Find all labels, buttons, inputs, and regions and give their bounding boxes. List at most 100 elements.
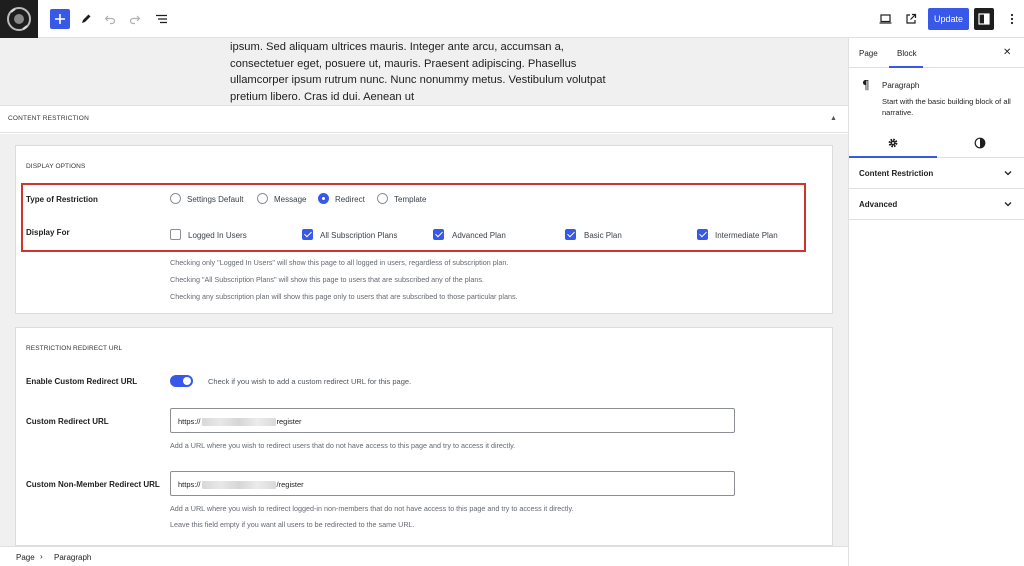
plus-icon: [55, 14, 65, 24]
checkbox-all-subscription-plans[interactable]: [302, 229, 313, 240]
block-description: Start with the basic building block of a…: [882, 97, 1011, 117]
tab-page[interactable]: Page: [859, 49, 878, 58]
help-text: Checking "All Subscription Plans" will s…: [170, 275, 484, 284]
checkbox-label: Basic Plan: [584, 231, 622, 240]
panel-content-restriction[interactable]: Content Restriction: [849, 158, 1024, 189]
view-page-button[interactable]: [901, 9, 921, 29]
radio-label: Template: [394, 195, 427, 204]
help-text: Add a URL where you wish to redirect log…: [170, 504, 574, 513]
content-restriction-metabox: DISPLAY OPTIONS Type of Restriction Sett…: [0, 134, 848, 546]
list-view-button[interactable]: [151, 9, 171, 29]
tab-settings[interactable]: [885, 135, 901, 151]
chevron-down-icon: [1004, 171, 1012, 176]
styles-icon: [974, 137, 986, 149]
highlight-box: [21, 183, 806, 252]
block-name: Paragraph: [882, 81, 920, 90]
collapse-arrow-icon[interactable]: ▲: [830, 115, 837, 122]
sidebar-tabs: Page Block ✕: [849, 38, 1024, 68]
paragraph-line: consectetuer eget, posuere ut, mauris. P…: [230, 57, 577, 70]
pencil-icon: [82, 14, 91, 23]
display-for-label: Display For: [26, 228, 70, 237]
url-value: https:// register: [178, 417, 302, 426]
checkbox-label: Logged In Users: [188, 231, 247, 240]
display-options-panel: DISPLAY OPTIONS Type of Restriction Sett…: [15, 145, 833, 314]
checkbox-intermediate-plan[interactable]: [697, 229, 708, 240]
redirect-panel-title: RESTRICTION REDIRECT URL: [26, 345, 123, 352]
enable-redirect-toggle[interactable]: [170, 375, 193, 387]
breadcrumb-paragraph[interactable]: Paragraph: [54, 553, 91, 562]
display-options-title: DISPLAY OPTIONS: [26, 163, 86, 170]
external-link-icon: [906, 13, 917, 24]
non-member-redirect-url-input[interactable]: https:// /register: [170, 471, 735, 496]
checkbox-advanced-plan[interactable]: [433, 229, 444, 240]
redacted-domain: [201, 417, 276, 426]
url-prefix: https://: [178, 417, 201, 426]
help-text: Add a URL where you wish to redirect use…: [170, 441, 516, 450]
radio-label: Message: [274, 195, 307, 204]
undo-icon: [104, 15, 116, 25]
radio-label: Redirect: [335, 195, 365, 204]
editor-toolbar: Update: [0, 0, 1024, 38]
checkbox-logged-in-users[interactable]: [170, 229, 181, 240]
breadcrumb-page[interactable]: Page: [16, 553, 35, 562]
sidebar-toggle-icon: [978, 13, 990, 25]
redacted-domain: [201, 480, 276, 489]
preview-button[interactable]: [875, 9, 895, 29]
help-text: Checking any subscription plan will show…: [170, 292, 518, 301]
paragraph-block[interactable]: ipsum. Sed aliquam ultrices mauris. Inte…: [0, 38, 848, 105]
checkbox-label: Advanced Plan: [452, 231, 506, 240]
redo-button[interactable]: [125, 9, 145, 29]
update-button[interactable]: Update: [928, 8, 969, 30]
close-icon[interactable]: ✕: [1003, 47, 1011, 58]
panel-title: Content Restriction: [859, 169, 934, 178]
undo-button[interactable]: [100, 9, 120, 29]
url-value: https:// /register: [178, 480, 304, 489]
radio-settings-default[interactable]: [170, 193, 181, 204]
url-suffix: /register: [276, 480, 304, 489]
settings-toggle-button[interactable]: [974, 8, 994, 30]
toggle-help-text: Check if you wish to add a custom redire…: [208, 377, 412, 386]
paragraph-text[interactable]: ipsum. Sed aliquam ultrices mauris. Inte…: [230, 39, 630, 105]
gear-icon: [888, 138, 898, 148]
paragraph-line: pretium libero. Cras id dui. Aenean ut: [230, 90, 415, 103]
checkbox-label: All Subscription Plans: [320, 231, 398, 240]
more-vertical-icon: [1010, 13, 1014, 25]
add-block-button[interactable]: [50, 9, 70, 29]
content-restriction-metabox-header[interactable]: CONTENT RESTRICTION ▲: [0, 105, 848, 133]
checkbox-basic-plan[interactable]: [565, 229, 576, 240]
radio-message[interactable]: [257, 193, 268, 204]
breadcrumb: Page › Paragraph: [0, 546, 848, 566]
paragraph-line: ipsum. Sed aliquam ultrices mauris. Inte…: [230, 41, 564, 53]
radio-redirect[interactable]: [318, 193, 329, 204]
panel-advanced[interactable]: Advanced: [849, 189, 1024, 220]
settings-sidebar: Page Block ✕ ¶ Paragraph Start with the …: [848, 38, 1024, 566]
site-logo[interactable]: [0, 0, 38, 38]
type-of-restriction-label: Type of Restriction: [26, 195, 98, 204]
non-member-redirect-url-label: Custom Non-Member Redirect URL: [26, 480, 160, 489]
desktop-preview-icon: [879, 14, 891, 24]
radio-template[interactable]: [377, 193, 388, 204]
paragraph-icon: ¶: [862, 78, 870, 92]
help-text: Checking only "Logged In Users" will sho…: [170, 258, 509, 267]
options-button[interactable]: [1002, 9, 1022, 29]
panel-title: Advanced: [859, 200, 898, 209]
editor-canvas: ipsum. Sed aliquam ultrices mauris. Inte…: [0, 38, 848, 546]
block-inspector-tabs: [849, 130, 1024, 158]
checkbox-label: Intermediate Plan: [715, 231, 778, 240]
url-suffix: register: [276, 417, 302, 426]
chevron-right-icon: ›: [40, 552, 43, 561]
custom-redirect-url-input[interactable]: https:// register: [170, 408, 735, 433]
custom-redirect-url-label: Custom Redirect URL: [26, 417, 109, 426]
redo-icon: [129, 15, 141, 25]
metabox-title: CONTENT RESTRICTION: [8, 115, 89, 122]
tools-button[interactable]: [76, 9, 96, 29]
url-prefix: https://: [178, 480, 201, 489]
enable-redirect-label: Enable Custom Redirect URL: [26, 377, 138, 386]
restriction-redirect-panel: RESTRICTION REDIRECT URL Enable Custom R…: [15, 327, 833, 546]
radio-label: Settings Default: [187, 195, 244, 204]
help-text: Leave this field empty if you want all u…: [170, 520, 415, 529]
tab-styles[interactable]: [972, 135, 988, 151]
tab-block[interactable]: Block: [897, 49, 917, 58]
site-logo-icon: [7, 7, 31, 31]
chevron-down-icon: [1004, 202, 1012, 207]
